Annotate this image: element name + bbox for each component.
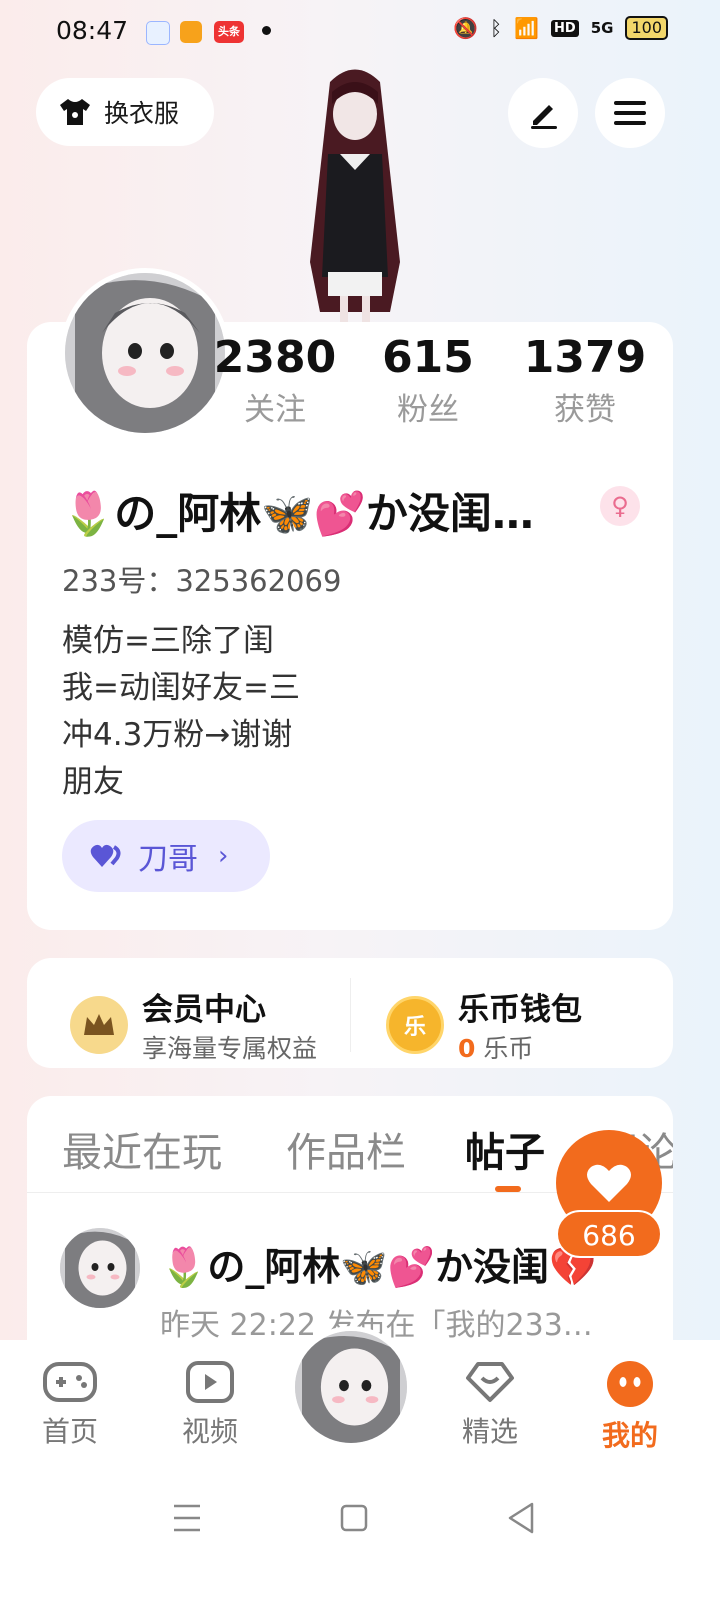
outfit-button[interactable]: 换衣服 bbox=[36, 78, 214, 146]
stat-fans[interactable]: 615 粉丝 bbox=[368, 330, 488, 434]
menu-icon bbox=[614, 101, 646, 125]
pen-icon bbox=[531, 105, 557, 129]
bio: 模仿=三除了闺 我=动闺好友=三 冲4.3万粉→谢谢 朋友 bbox=[62, 618, 300, 806]
fans-label: 粉丝 bbox=[397, 392, 459, 428]
status-icons: 🔕 ᛒ 📶 HD 5G 100 bbox=[453, 16, 668, 40]
bio-line: 模仿=三除了闺 bbox=[62, 623, 274, 659]
tab-works[interactable]: 作品栏 bbox=[286, 1120, 406, 1178]
crown-icon bbox=[70, 995, 128, 1054]
bluetooth-icon: ᛒ bbox=[490, 16, 503, 40]
wallet-title: 乐币钱包 bbox=[458, 992, 582, 1028]
post-author-name: 🌷の_阿林🦋💕か没闺💔 bbox=[160, 1245, 597, 1289]
menu-button[interactable] bbox=[595, 78, 665, 148]
nav-mine-label: 我的 bbox=[601, 1419, 658, 1452]
bio-line: 冲4.3万粉→谢谢 bbox=[62, 717, 293, 753]
wifi-icon: 📶 bbox=[514, 16, 540, 40]
edit-button[interactable] bbox=[508, 78, 578, 148]
mute-icon: 🔕 bbox=[453, 16, 479, 40]
following-label: 关注 bbox=[244, 392, 306, 428]
bio-line: 朋友 bbox=[62, 764, 124, 800]
user-id[interactable]: 233号：325362069 bbox=[62, 558, 341, 600]
battery-icon: 100 bbox=[625, 16, 668, 40]
nav-video-label: 视频 bbox=[181, 1415, 238, 1448]
nav-featured-label: 精选 bbox=[461, 1415, 518, 1448]
ifly-app-icon bbox=[146, 21, 170, 45]
vip-center-entry[interactable]: 会员中心 享海量专属权益 bbox=[70, 984, 317, 1065]
stat-likes[interactable]: 1379 获赞 bbox=[520, 330, 650, 434]
username: 🌷の_阿林🦋💕か没闺… bbox=[62, 489, 534, 538]
nav-home[interactable]: 首页 bbox=[10, 1360, 130, 1450]
following-count: 2380 bbox=[213, 332, 337, 383]
wallet-unit: 乐币 bbox=[483, 1034, 534, 1063]
stat-following[interactable]: 2380 关注 bbox=[210, 330, 340, 434]
like-count: 686 bbox=[556, 1210, 662, 1258]
face-icon bbox=[607, 1361, 653, 1407]
network-label: 5G bbox=[590, 19, 614, 37]
chevron-right-icon: › bbox=[218, 841, 229, 871]
hd-icon: HD bbox=[551, 19, 579, 37]
tag-pill[interactable]: 刀哥 › bbox=[62, 820, 270, 892]
nav-avatar-center[interactable] bbox=[290, 1326, 412, 1448]
bio-line: 我=动闺好友=三 bbox=[62, 670, 300, 706]
tag-label: 刀哥 bbox=[138, 842, 198, 877]
outfit-label: 换衣服 bbox=[104, 99, 180, 128]
likes-label: 获赞 bbox=[554, 392, 616, 428]
profile-avatar[interactable] bbox=[60, 268, 230, 438]
wallet-entry[interactable]: 乐 乐币钱包 0 乐币 bbox=[386, 984, 582, 1065]
notification-dot bbox=[262, 26, 271, 35]
vip-title: 会员中心 bbox=[142, 992, 266, 1028]
heart-icon bbox=[90, 844, 121, 867]
toutiao-app-icon: 头条 bbox=[214, 21, 244, 43]
avatar-image bbox=[65, 273, 225, 433]
recents-icon[interactable] bbox=[172, 1500, 202, 1536]
gamepad-icon bbox=[43, 1362, 97, 1402]
shirt-icon bbox=[60, 99, 90, 125]
play-icon bbox=[186, 1361, 234, 1403]
back-icon[interactable] bbox=[506, 1500, 536, 1536]
nav-featured[interactable]: 精选 bbox=[430, 1360, 550, 1450]
wallet-amount: 0 bbox=[458, 1034, 476, 1063]
status-time: 08:47 bbox=[56, 16, 129, 45]
vip-subtitle: 享海量专属权益 bbox=[142, 1034, 318, 1063]
nav-mine[interactable]: 我的 bbox=[570, 1360, 690, 1454]
diamond-heart-icon bbox=[466, 1362, 514, 1402]
avatar-image bbox=[295, 1331, 407, 1443]
coin-icon: 乐 bbox=[386, 995, 444, 1054]
tab-posts[interactable]: 帖子 bbox=[465, 1120, 545, 1178]
likes-count: 1379 bbox=[523, 332, 647, 383]
nav-video[interactable]: 视频 bbox=[150, 1360, 270, 1450]
avatar-image bbox=[60, 1228, 140, 1308]
heart-icon bbox=[587, 1164, 631, 1202]
nav-home-label: 首页 bbox=[41, 1415, 98, 1448]
video-app-icon bbox=[180, 21, 202, 43]
post-avatar[interactable] bbox=[60, 1228, 140, 1308]
fans-count: 615 bbox=[382, 332, 474, 383]
home-icon[interactable] bbox=[340, 1500, 368, 1536]
female-icon: ♀ bbox=[600, 486, 640, 526]
avatar-character[interactable] bbox=[270, 62, 440, 332]
tab-recent-play[interactable]: 最近在玩 bbox=[62, 1120, 222, 1178]
member-divider bbox=[350, 978, 351, 1052]
